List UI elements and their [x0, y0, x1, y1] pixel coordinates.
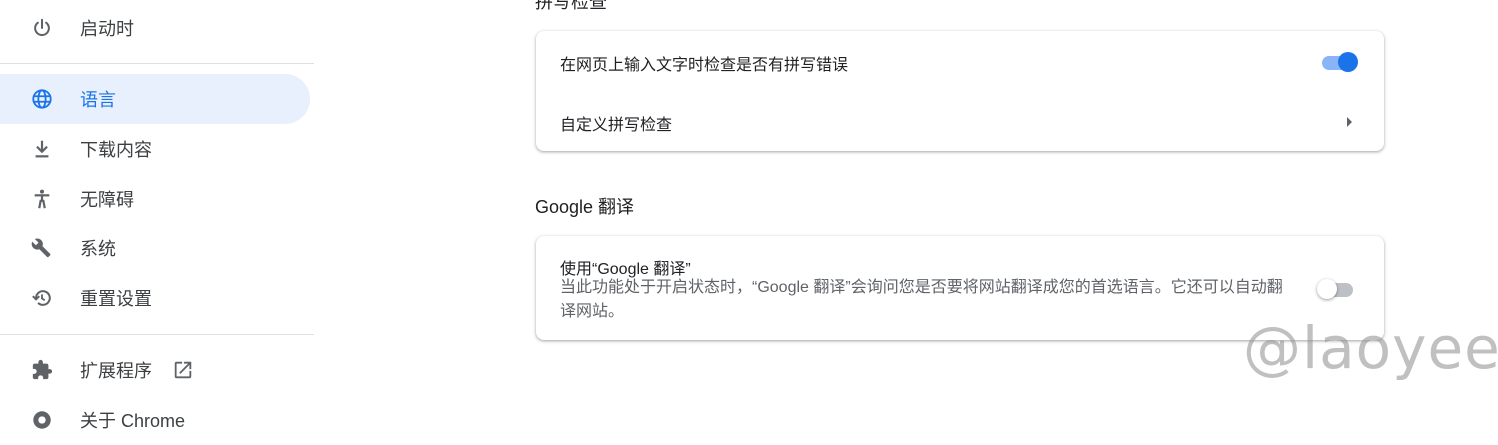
- sidebar-item-label: 启动时: [80, 19, 134, 39]
- download-icon: [30, 137, 54, 161]
- sidebar-item-about-chrome[interactable]: 关于 Chrome: [0, 395, 310, 445]
- chrome-icon: [30, 408, 54, 432]
- sidebar-item-on-startup[interactable]: 启动时: [0, 3, 310, 53]
- power-icon: [30, 16, 54, 40]
- sidebar-item-label: 关于 Chrome: [80, 411, 186, 431]
- restore-icon: [30, 286, 54, 310]
- sidebar-item-reset[interactable]: 重置设置: [0, 273, 310, 323]
- sidebar-item-label: 无障碍: [80, 190, 134, 210]
- sidebar-item-system[interactable]: 系统: [0, 223, 310, 273]
- translate-toggle[interactable]: [1317, 277, 1355, 299]
- open-in-new-icon: [172, 359, 194, 381]
- translate-description: 当此功能处于开启状态时，“Google 翻译”会询问您是否要将网站翻译成您的首选…: [560, 279, 1283, 320]
- sidebar-item-accessibility[interactable]: 无障碍: [0, 174, 310, 224]
- sidebar-item-extensions[interactable]: 扩展程序: [0, 345, 310, 395]
- translate-section-title: Google 翻译: [535, 197, 635, 217]
- spellcheck-card: 在网页上输入文字时检查是否有拼写错误 自定义拼写检查: [536, 31, 1384, 151]
- sidebar-item-label: 扩展程序: [80, 361, 152, 381]
- puzzle-icon: [30, 358, 54, 382]
- wrench-icon: [30, 236, 54, 260]
- sidebar-item-label: 语言: [80, 90, 116, 110]
- sidebar-divider: [0, 63, 314, 64]
- custom-spellcheck-label: 自定义拼写检查: [560, 117, 673, 134]
- accessibility-icon: [30, 187, 54, 211]
- sidebar-item-label: 下载内容: [80, 140, 152, 160]
- spellcheck-section-title: 拼写检查: [535, 0, 607, 12]
- sidebar-item-downloads[interactable]: 下载内容: [0, 124, 310, 174]
- spellcheck-toggle-row[interactable]: 在网页上输入文字时检查是否有拼写错误: [536, 31, 1384, 91]
- globe-icon: [30, 87, 54, 111]
- watermark: @laoyee: [1243, 314, 1498, 382]
- sidebar-divider: [0, 334, 314, 335]
- sidebar: 启动时 语言 下载内容 无障碍 系统 重置设置 扩展程序 关于 Chrome: [0, 0, 314, 431]
- custom-spellcheck-row[interactable]: 自定义拼写检查: [536, 91, 1384, 151]
- sidebar-item-label: 系统: [80, 239, 116, 259]
- sidebar-item-label: 重置设置: [80, 289, 152, 309]
- spellcheck-toggle-label: 在网页上输入文字时检查是否有拼写错误: [560, 57, 849, 74]
- spellcheck-toggle[interactable]: [1320, 50, 1358, 72]
- sidebar-item-languages[interactable]: 语言: [0, 74, 310, 124]
- chevron-right-icon[interactable]: [1344, 115, 1354, 127]
